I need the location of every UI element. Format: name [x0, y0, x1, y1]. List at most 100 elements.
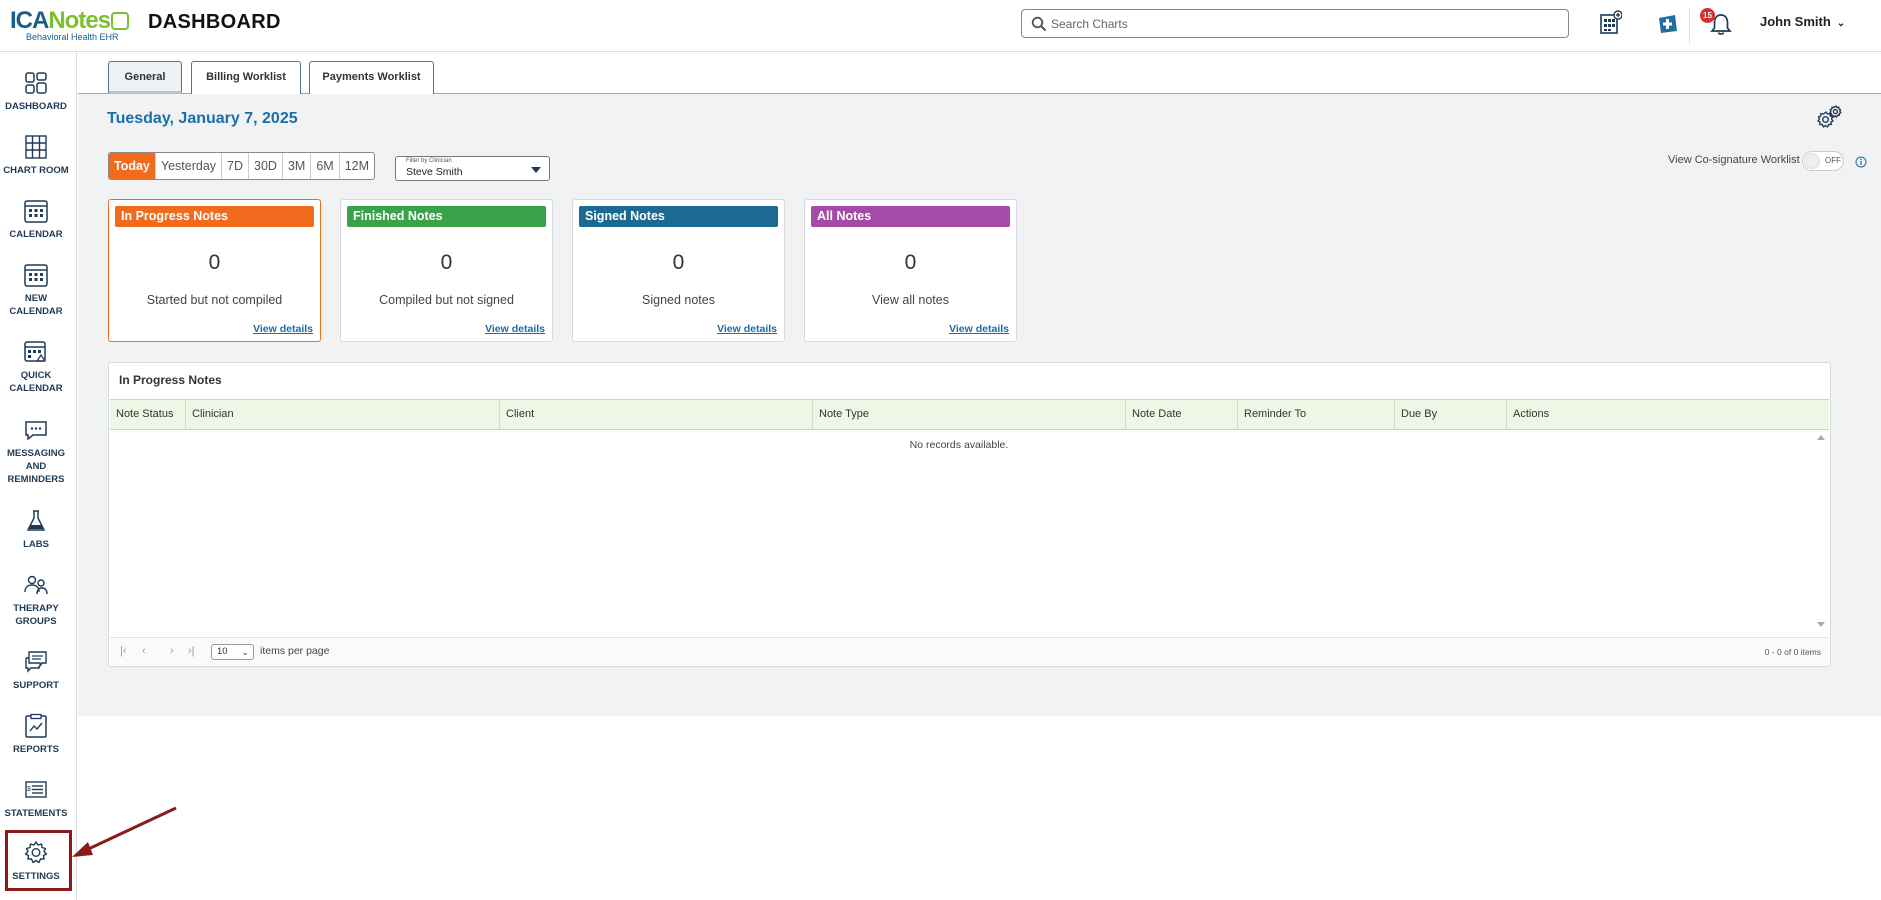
info-icon[interactable] — [1855, 156, 1867, 168]
page-size-select[interactable]: 10 ⌄ — [211, 644, 254, 660]
range-yesterday-button[interactable]: Yesterday — [156, 153, 223, 179]
next-page-icon[interactable]: › — [170, 645, 174, 657]
statement-icon: $ — [25, 781, 47, 798]
card-description: Compiled but not signed — [379, 293, 514, 307]
card-finished-notes[interactable]: Finished Notes 0 Compiled but not signed… — [340, 199, 553, 342]
dashboard-settings-gear-icon[interactable] — [1814, 104, 1844, 134]
caret-down-icon — [531, 167, 541, 173]
sidebar-item-dashboard[interactable]: DASHBOARD — [0, 70, 72, 113]
sidebar-item-therapy-groups[interactable]: THERAPY GROUPS — [0, 572, 72, 628]
card-signed-notes[interactable]: Signed Notes 0 Signed notes View details — [572, 199, 785, 342]
logo-subtitle: Behavioral Health EHR — [26, 32, 119, 42]
tab-payments-worklist[interactable]: Payments Worklist — [309, 61, 434, 94]
annotation-arrow-icon — [72, 806, 177, 857]
column-header-reminder-to[interactable]: Reminder To — [1238, 400, 1395, 429]
icanotes-logo[interactable]: ICANotes Behavioral Health EHR — [10, 8, 130, 44]
column-header-note-status[interactable]: Note Status — [110, 400, 186, 429]
search-box[interactable] — [1021, 9, 1569, 38]
first-page-icon[interactable]: |‹ — [120, 645, 127, 657]
search-input[interactable] — [1051, 13, 1551, 34]
in-progress-notes-grid: In Progress Notes Note Status Clinician … — [108, 362, 1831, 667]
svg-text:$: $ — [27, 786, 31, 793]
card-description: View all notes — [872, 293, 949, 307]
notifications-button[interactable]: 15 — [1700, 8, 1734, 38]
clinician-filter-dropdown[interactable]: Filter by Clinician Steve Smith — [395, 156, 550, 181]
user-name: John Smith — [1760, 14, 1831, 29]
medical-kit-icon[interactable] — [1656, 10, 1680, 36]
sidebar-item-label: MESSAGING AND REMINDERS — [6, 448, 66, 485]
sidebar-item-reports[interactable]: REPORTS — [0, 713, 72, 756]
calendar-icon — [24, 200, 48, 223]
sidebar-item-label: THERAPY GROUPS — [13, 603, 59, 627]
column-header-due-by[interactable]: Due By — [1395, 400, 1507, 429]
column-header-client[interactable]: Client — [500, 400, 813, 429]
range-6m-button[interactable]: 6M — [311, 153, 340, 179]
grid-scrollbar[interactable] — [1814, 431, 1828, 631]
card-title: Signed Notes — [579, 206, 778, 227]
view-details-link[interactable]: View details — [717, 323, 777, 335]
column-header-clinician[interactable]: Clinician — [186, 400, 500, 429]
scroll-down-icon[interactable] — [1817, 622, 1825, 627]
tab-general[interactable]: General — [108, 61, 182, 94]
header-divider — [1689, 8, 1690, 44]
chat-bubble-icon — [25, 421, 47, 441]
last-page-icon[interactable]: ›| — [188, 645, 195, 657]
dashboard-tabs: General Billing Worklist Payments Workli… — [78, 52, 1881, 94]
user-menu[interactable]: John Smith ⌄ — [1760, 14, 1845, 29]
app-header: ICANotes Behavioral Health EHR DASHBOARD… — [0, 0, 1881, 52]
toggle-knob — [1804, 153, 1820, 169]
card-title: Finished Notes — [347, 206, 546, 227]
sidebar-item-label: STATEMENTS — [4, 808, 68, 819]
tab-billing-worklist[interactable]: Billing Worklist — [191, 61, 301, 94]
sidebar-item-calendar[interactable]: CALENDAR — [0, 198, 72, 241]
chevron-down-icon: ⌄ — [1836, 18, 1846, 29]
logo-plus-icon — [111, 12, 130, 30]
sidebar: DASHBOARD CHART ROOM CALENDAR NEW CALEND… — [0, 52, 77, 900]
sidebar-item-statements[interactable]: $ STATEMENTS — [0, 777, 72, 820]
card-description: Signed notes — [642, 293, 715, 307]
sidebar-item-support[interactable]: SUPPORT — [0, 649, 72, 692]
range-12m-button[interactable]: 12M — [340, 153, 374, 179]
date-heading: Tuesday, January 7, 2025 — [107, 110, 298, 127]
range-today-button[interactable]: Today — [109, 153, 156, 179]
scroll-up-icon[interactable] — [1817, 435, 1825, 440]
search-icon — [1031, 16, 1047, 32]
sidebar-item-messaging[interactable]: MESSAGING AND REMINDERS — [0, 417, 72, 486]
notification-badge: 15 — [1700, 8, 1715, 23]
range-3m-button[interactable]: 3M — [283, 153, 312, 179]
calendar-add-icon[interactable] — [1598, 10, 1622, 36]
card-count: 0 — [440, 251, 453, 274]
card-count: 0 — [672, 251, 685, 274]
range-7d-button[interactable]: 7D — [222, 153, 250, 179]
grid-pager: |‹ ‹ › ›| 10 ⌄ items per page 0 - 0 of 0 … — [110, 637, 1829, 665]
people-icon — [24, 575, 48, 595]
sidebar-item-label: CALENDAR — [9, 229, 63, 240]
no-records-message: No records available. — [909, 439, 1009, 451]
range-30d-button[interactable]: 30D — [249, 153, 283, 179]
cosignature-toggle[interactable]: OFF — [1802, 151, 1844, 171]
sidebar-item-label: QUICK CALENDAR — [9, 370, 63, 394]
sidebar-item-quick-calendar[interactable]: QUICK CALENDAR — [0, 339, 72, 395]
page-title: DASHBOARD — [148, 11, 281, 33]
card-all-notes[interactable]: All Notes 0 View all notes View details — [804, 199, 1017, 342]
clinician-filter-value: Steve Smith — [406, 166, 463, 178]
view-details-link[interactable]: View details — [485, 323, 545, 335]
sidebar-item-label: DASHBOARD — [5, 101, 67, 112]
card-title: In Progress Notes — [115, 206, 314, 227]
view-details-link[interactable]: View details — [253, 323, 313, 335]
settings-highlight-box — [5, 830, 72, 891]
column-header-note-date[interactable]: Note Date — [1126, 400, 1238, 429]
new-calendar-icon — [24, 264, 48, 287]
column-header-actions[interactable]: Actions — [1507, 400, 1829, 429]
pager-info: 0 - 0 of 0 items — [1764, 647, 1821, 657]
previous-page-icon[interactable]: ‹ — [142, 645, 146, 657]
sidebar-item-label: SUPPORT — [13, 680, 59, 691]
card-in-progress-notes[interactable]: In Progress Notes 0 Started but not comp… — [108, 199, 321, 342]
column-header-note-type[interactable]: Note Type — [813, 400, 1126, 429]
sidebar-item-chart-room[interactable]: CHART ROOM — [0, 134, 72, 177]
chevron-down-icon: ⌄ — [241, 647, 249, 657]
sidebar-item-labs[interactable]: LABS — [0, 508, 72, 551]
view-details-link[interactable]: View details — [949, 323, 1009, 335]
sidebar-item-new-calendar[interactable]: NEW CALENDAR — [0, 262, 72, 318]
date-range-selector: Today Yesterday 7D 30D 3M 6M 12M — [108, 152, 376, 180]
